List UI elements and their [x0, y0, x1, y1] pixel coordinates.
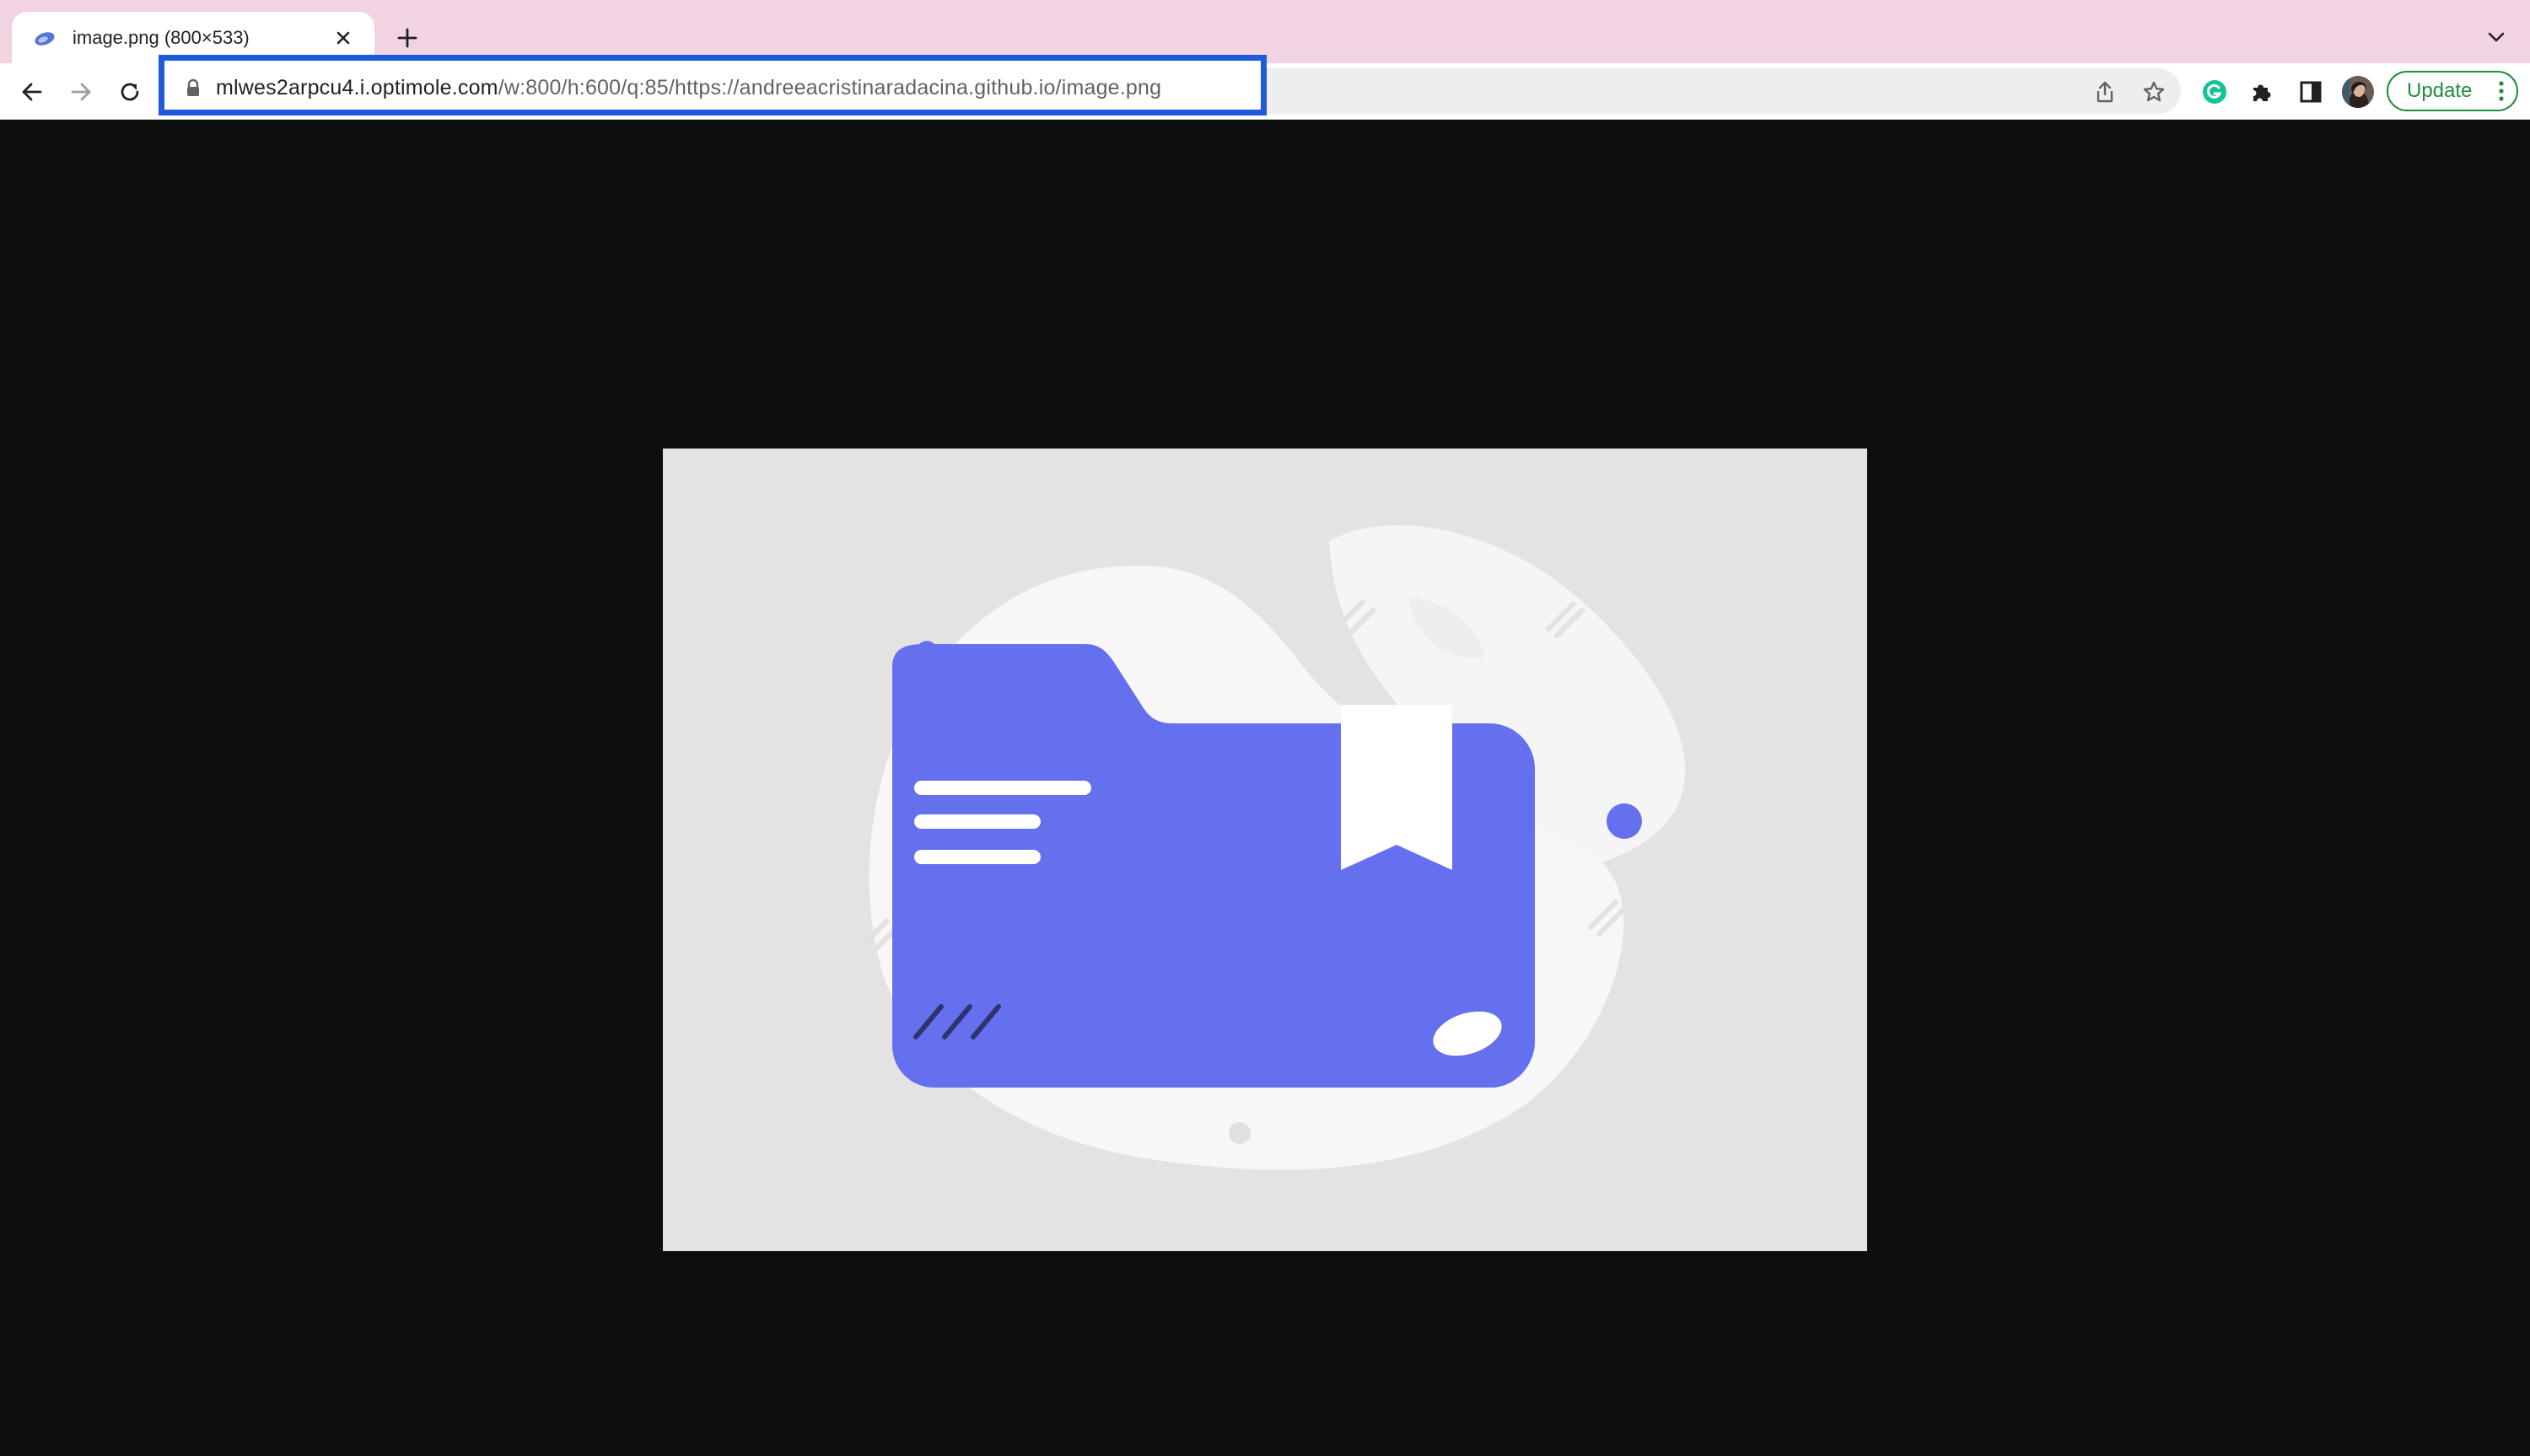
update-button[interactable]: Update	[2387, 71, 2518, 111]
document-line-3	[914, 850, 1041, 864]
folder-bookmark-illustration	[663, 449, 1867, 1251]
update-label: Update	[2407, 79, 2473, 102]
lock-icon[interactable]	[180, 75, 206, 100]
grey-dot-bottom	[1229, 1122, 1251, 1144]
url-text[interactable]: mlwes2arpcu4.i.optimole.com/w:800/h:600/…	[216, 76, 1161, 100]
tab-title: image.png (800×533)	[73, 26, 250, 48]
optimole-favicon-icon	[32, 25, 57, 51]
url-host: mlwes2arpcu4.i.optimole.com	[216, 75, 498, 99]
document-line-2	[914, 814, 1041, 829]
side-panel-icon[interactable]	[2292, 73, 2329, 110]
grammarly-icon[interactable]	[2196, 73, 2233, 110]
arrow-left-icon[interactable]	[15, 75, 49, 109]
chevron-down-icon[interactable]	[2479, 20, 2513, 54]
close-icon[interactable]	[329, 24, 358, 52]
address-bar[interactable]: mlwes2arpcu4.i.optimole.com/w:800/h:600/…	[169, 65, 1161, 110]
url-path: /w:800/h:600/q:85/https://andreeacristin…	[498, 75, 1162, 99]
share-icon[interactable]	[2086, 73, 2124, 110]
more-vert-icon[interactable]	[2496, 79, 2506, 103]
puzzle-icon[interactable]	[2243, 73, 2280, 110]
plus-icon[interactable]	[390, 20, 425, 56]
avatar[interactable]	[2339, 73, 2377, 110]
blue-dot	[1607, 803, 1642, 839]
arrow-right-icon[interactable]	[64, 75, 98, 109]
star-icon[interactable]	[2135, 73, 2172, 110]
tab-strip: image.png (800×533)	[0, 0, 2530, 63]
reload-icon[interactable]	[113, 75, 147, 109]
document-line-1	[914, 781, 1091, 795]
